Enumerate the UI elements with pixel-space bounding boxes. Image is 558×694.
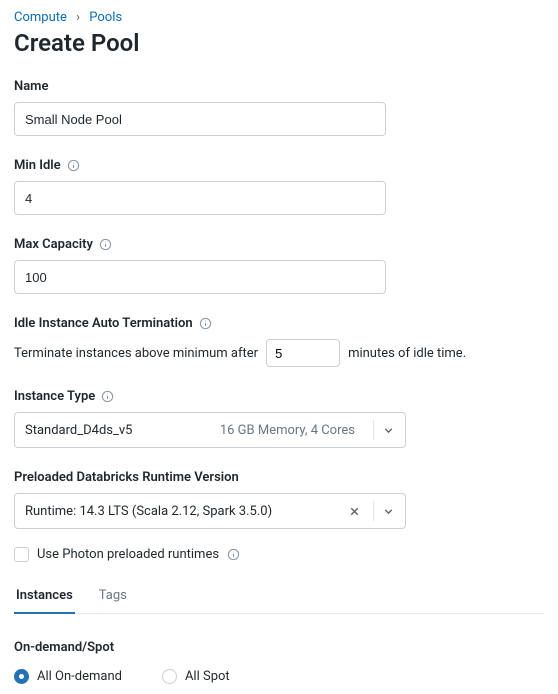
photon-checkbox-row: Use Photon preloaded runtimes: [14, 547, 544, 562]
max-capacity-input[interactable]: [14, 260, 386, 294]
field-min-idle: Min Idle: [14, 158, 544, 215]
max-capacity-label: Max Capacity: [14, 237, 544, 252]
photon-checkbox[interactable]: [14, 547, 29, 562]
chevron-down-icon: [382, 505, 395, 518]
termination-prefix: Terminate instances above minimum after: [14, 346, 258, 361]
chevron-down-icon: [382, 424, 395, 437]
tab-instances[interactable]: Instances: [14, 588, 75, 613]
instance-type-label-text: Instance Type: [14, 389, 95, 404]
info-icon[interactable]: [67, 159, 80, 172]
instance-type-value: Standard_D4ds_v5: [25, 423, 132, 438]
divider: [373, 420, 374, 440]
radio-all-spot[interactable]: All Spot: [162, 669, 230, 684]
clear-icon[interactable]: [348, 505, 361, 518]
photon-checkbox-label: Use Photon preloaded runtimes: [37, 547, 219, 562]
idle-termination-label-text: Idle Instance Auto Termination: [14, 316, 193, 331]
info-icon[interactable]: [199, 317, 212, 330]
field-max-capacity: Max Capacity: [14, 237, 544, 294]
runtime-select[interactable]: Runtime: 14.3 LTS (Scala 2.12, Spark 3.5…: [14, 493, 406, 529]
radio-all-on-demand[interactable]: All On-demand: [14, 669, 122, 684]
field-idle-termination: Idle Instance Auto Termination Terminate…: [14, 316, 544, 367]
name-input[interactable]: [14, 102, 386, 136]
breadcrumb-pools[interactable]: Pools: [89, 10, 122, 25]
runtime-label-text: Preloaded Databricks Runtime Version: [14, 470, 239, 485]
field-runtime: Preloaded Databricks Runtime Version Run…: [14, 470, 544, 529]
runtime-value: Runtime: 14.3 LTS (Scala 2.12, Spark 3.5…: [25, 504, 348, 519]
field-name: Name: [14, 79, 544, 136]
termination-suffix: minutes of idle time.: [348, 346, 466, 361]
divider: [373, 501, 374, 521]
breadcrumb-compute[interactable]: Compute: [14, 10, 67, 25]
radio-on-demand-label: All On-demand: [37, 669, 122, 684]
termination-row: Terminate instances above minimum after …: [14, 339, 544, 367]
runtime-label: Preloaded Databricks Runtime Version: [14, 470, 544, 485]
radio-icon-selected: [14, 669, 29, 684]
page-title: Create Pool: [14, 29, 544, 57]
radio-spot-label: All Spot: [185, 669, 230, 684]
on-demand-spot-group: All On-demand All Spot: [14, 669, 544, 684]
min-idle-input[interactable]: [14, 181, 386, 215]
termination-minutes-input[interactable]: [266, 339, 340, 367]
tabs: Instances Tags: [14, 588, 544, 614]
name-label-text: Name: [14, 79, 48, 94]
instance-type-select[interactable]: Standard_D4ds_v5 16 GB Memory, 4 Cores: [14, 412, 406, 448]
breadcrumb: Compute › Pools: [14, 10, 544, 25]
info-icon[interactable]: [101, 390, 114, 403]
tab-tags[interactable]: Tags: [97, 588, 129, 613]
instance-type-detail: 16 GB Memory, 4 Cores: [132, 423, 355, 438]
idle-termination-label: Idle Instance Auto Termination: [14, 316, 544, 331]
max-capacity-label-text: Max Capacity: [14, 237, 93, 252]
name-label: Name: [14, 79, 544, 94]
info-icon[interactable]: [227, 548, 240, 561]
on-demand-spot-title: On-demand/Spot: [14, 640, 544, 655]
min-idle-label: Min Idle: [14, 158, 544, 173]
info-icon[interactable]: [99, 238, 112, 251]
field-instance-type: Instance Type Standard_D4ds_v5 16 GB Mem…: [14, 389, 544, 448]
radio-icon: [162, 669, 177, 684]
min-idle-label-text: Min Idle: [14, 158, 61, 173]
breadcrumb-sep: ›: [76, 10, 80, 25]
instance-type-label: Instance Type: [14, 389, 544, 404]
